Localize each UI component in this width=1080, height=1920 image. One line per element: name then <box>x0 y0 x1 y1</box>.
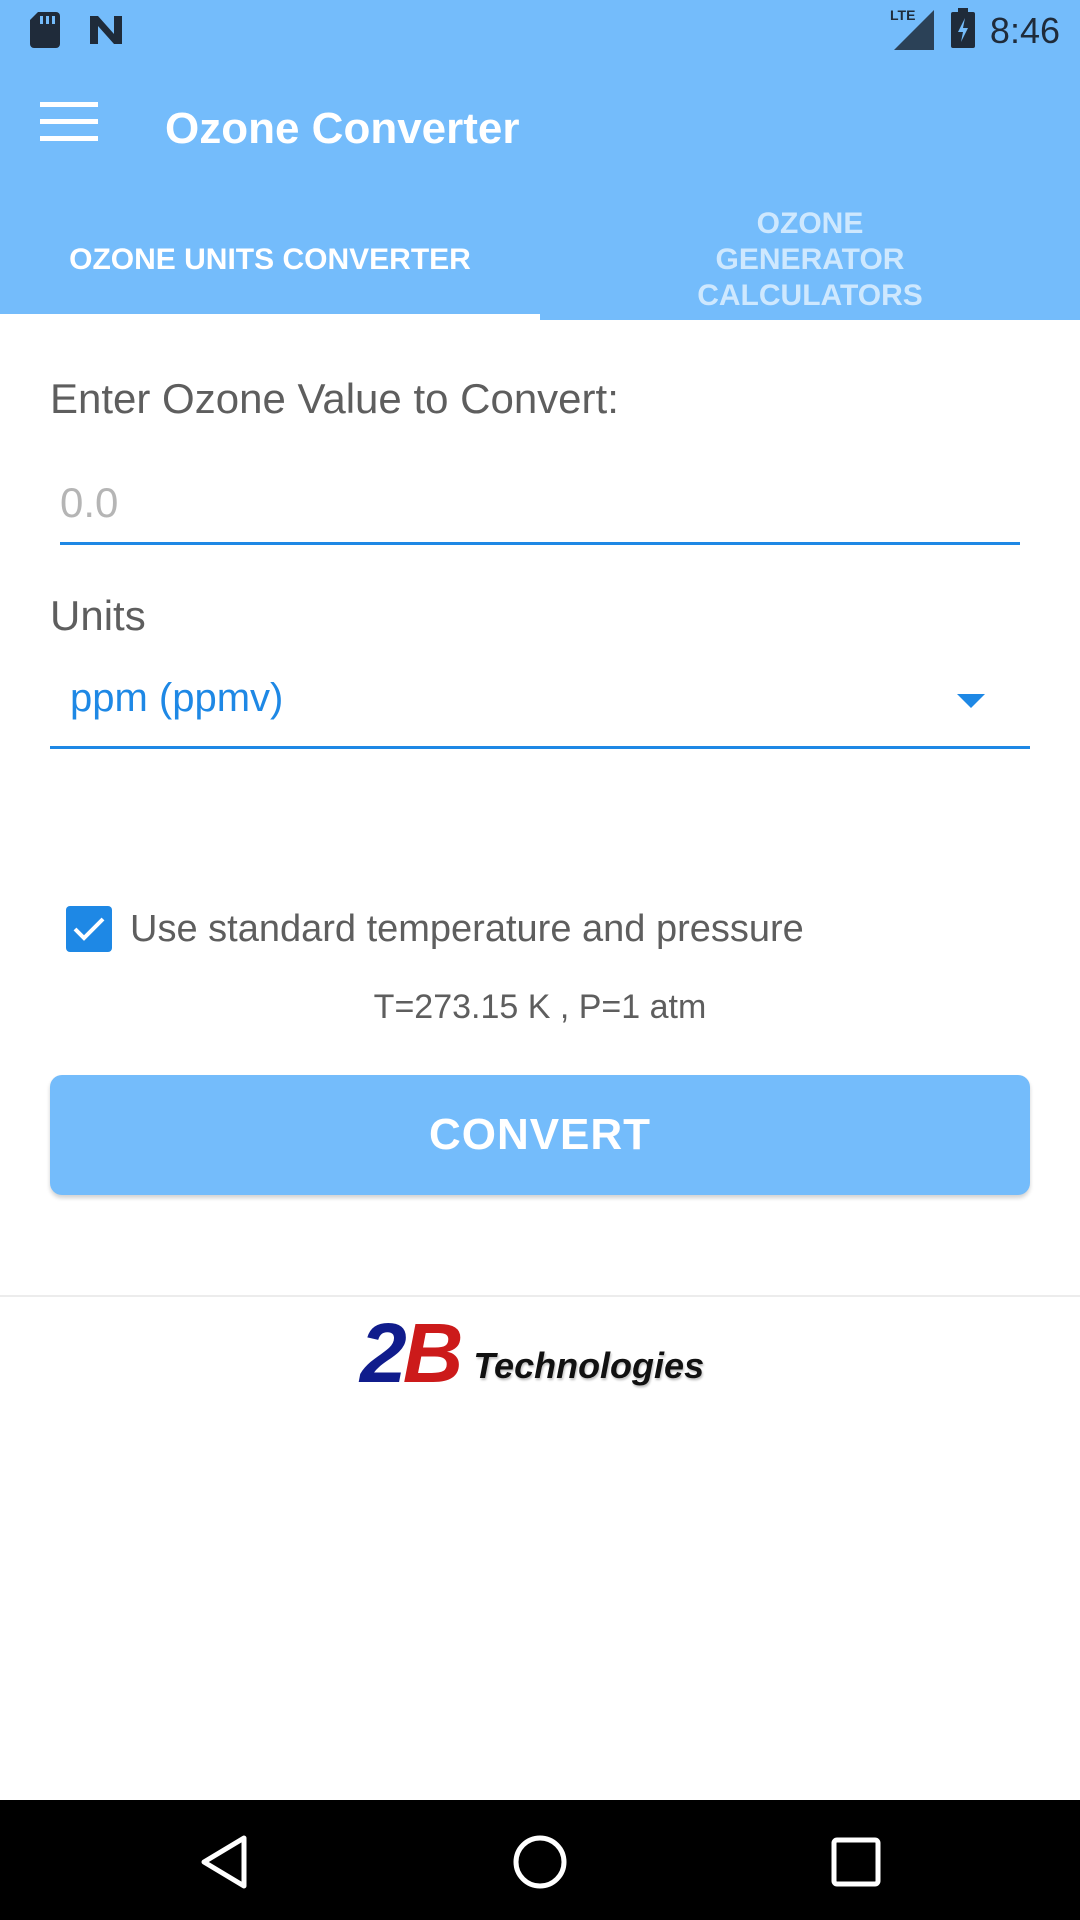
ozone-value-input[interactable] <box>60 470 1020 545</box>
tab-bar: OZONE UNITS CONVERTER OZONE GENERATOR CA… <box>0 200 1080 320</box>
divider <box>0 1295 1080 1297</box>
tab-ozone-units-converter[interactable]: OZONE UNITS CONVERTER <box>0 200 540 320</box>
status-time: 8:46 <box>989 9 1060 51</box>
status-bar: LTE 8:46 <box>0 0 1080 60</box>
stp-checkbox-row[interactable]: Use standard temperature and pressure <box>66 906 804 952</box>
logo-mark-2: 2 <box>360 1306 407 1400</box>
battery-icon <box>950 8 976 53</box>
hamburger-menu-icon[interactable] <box>40 102 110 160</box>
toolbar: Ozone Converter <box>0 60 1080 200</box>
app-bar: LTE 8:46 Ozone Converter OZONE UNITS CON… <box>0 0 1080 320</box>
logo-mark-b: B <box>402 1306 464 1400</box>
navigation-bar <box>0 1800 1080 1920</box>
lte-signal-icon: LTE <box>890 6 936 55</box>
svg-text:LTE: LTE <box>890 7 915 23</box>
units-selected-value: ppm (ppmv) <box>70 676 284 720</box>
sd-card-icon <box>30 12 60 53</box>
home-icon[interactable] <box>510 1832 570 1892</box>
value-label: Enter Ozone Value to Convert: <box>50 375 619 422</box>
tab-indicator <box>0 314 540 320</box>
units-label: Units <box>50 592 146 639</box>
tab-label: OZONE UNITS CONVERTER <box>69 243 471 276</box>
units-dropdown[interactable]: ppm (ppmv) <box>50 668 1030 749</box>
stp-checkbox-label: Use standard temperature and pressure <box>130 907 804 950</box>
check-icon <box>73 917 105 941</box>
app-title: Ozone Converter <box>165 104 520 153</box>
recents-icon[interactable] <box>826 1832 886 1892</box>
tab-ozone-generator-calculators[interactable]: OZONE GENERATOR CALCULATORS <box>540 200 1080 320</box>
2b-technologies-logo: 2 B Technologies <box>360 1305 704 1395</box>
n-notification-icon <box>88 14 124 51</box>
logo-text: Technologies <box>473 1345 705 1386</box>
stp-values-text: T=273.15 K , P=1 atm <box>373 988 707 1026</box>
back-icon[interactable] <box>196 1832 256 1892</box>
convert-button[interactable]: CONVERT <box>50 1075 1030 1195</box>
tab-label: OZONE GENERATOR CALCULATORS <box>697 207 923 312</box>
dropdown-arrow-icon <box>957 694 985 715</box>
stp-checkbox[interactable] <box>66 906 112 952</box>
